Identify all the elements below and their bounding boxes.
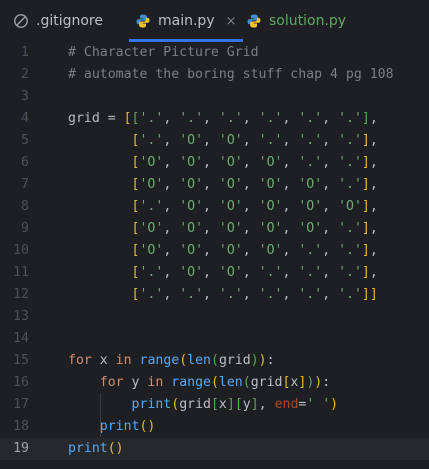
line-number[interactable]: 15 [0,350,29,372]
line-number[interactable]: 19 [0,438,29,460]
line-number[interactable]: 1 [0,42,29,64]
code-text[interactable]: print(grid[x][y], end=' ') [68,394,339,416]
code-text[interactable]: ['.', 'O', 'O', 'O', 'O', 'O'], [68,196,378,218]
line-number[interactable]: 3 [0,86,29,108]
code-text[interactable]: ['O', 'O', 'O', 'O', '.', '.'], [68,240,378,262]
code-text[interactable]: for y in range(len(grid[x])): [68,372,330,394]
code-line[interactable]: 19 print() [0,438,429,460]
gitignore-icon [13,13,29,29]
python-icon [135,13,151,29]
code-text[interactable]: ['O', 'O', 'O', 'O', '.', '.'], [68,152,378,174]
code-line[interactable]: 17 print(grid[x][y], end=' ') [0,394,429,416]
line-number[interactable]: 9 [0,218,29,240]
tab-label: main.py [158,13,215,29]
line-number[interactable]: 18 [0,416,29,438]
line-number[interactable]: 5 [0,130,29,152]
line-number[interactable]: 10 [0,240,29,262]
line-number[interactable]: 7 [0,174,29,196]
code-line[interactable]: 9 ['O', 'O', 'O', 'O', 'O', '.'], [0,218,429,240]
code-text[interactable]: ['.', 'O', 'O', '.', '.', '.'], [68,130,378,152]
tab-solution-py[interactable]: solution.py [246,0,346,42]
code-line[interactable]: 4 grid = [['.', '.', '.', '.', '.', '.'], [0,108,429,130]
tab-label: solution.py [269,13,347,29]
line-number[interactable]: 12 [0,284,29,306]
code-line[interactable]: 11 ['.', 'O', 'O', '.', '.', '.'], [0,262,429,284]
code-text[interactable]: print() [68,416,156,438]
code-line[interactable]: 13 [0,306,429,328]
code-editor[interactable]: 1 # Character Picture Grid 2 # automate the… [0,42,429,469]
code-line[interactable]: 8 ['.', 'O', 'O', 'O', 'O', 'O'], [0,196,429,218]
code-text[interactable]: ['O', 'O', 'O', 'O', 'O', '.'], [68,218,378,240]
tab-gitignore[interactable]: .gitignore [13,0,103,42]
line-number[interactable]: 11 [0,262,29,284]
line-number[interactable]: 2 [0,64,29,86]
code-text[interactable]: for x in range(len(grid)): [68,350,275,372]
line-number[interactable]: 14 [0,328,29,350]
code-line[interactable]: 18 print() [0,416,429,438]
code-line[interactable]: 3 [0,86,429,108]
code-line[interactable]: 16 for y in range(len(grid[x])): [0,372,429,394]
code-line[interactable]: 15 for x in range(len(grid)): [0,350,429,372]
line-number[interactable]: 8 [0,196,29,218]
editor-tab-bar: .gitignore main.py × solution.py [0,0,429,43]
line-number[interactable]: 6 [0,152,29,174]
code-line[interactable]: 2 # automate the boring stuff chap 4 pg 1… [0,64,429,86]
code-text[interactable]: # Character Picture Grid [68,42,259,64]
code-line[interactable]: 10 ['O', 'O', 'O', 'O', '.', '.'], [0,240,429,262]
code-line[interactable]: 1 # Character Picture Grid [0,42,429,64]
code-text[interactable]: # automate the boring stuff chap 4 pg 10… [68,64,394,86]
code-text[interactable]: grid = [['.', '.', '.', '.', '.', '.'], [68,108,378,130]
close-icon[interactable]: × [226,14,237,29]
line-number[interactable]: 4 [0,108,29,130]
code-text[interactable]: ['.', '.', '.', '.', '.', '.']] [68,284,378,306]
code-line[interactable]: 6 ['O', 'O', 'O', 'O', '.', '.'], [0,152,429,174]
line-number[interactable]: 13 [0,306,29,328]
line-number[interactable]: 17 [0,394,29,416]
code-line[interactable]: 14 [0,328,429,350]
tab-label: .gitignore [36,13,103,29]
code-line[interactable]: 5 ['.', 'O', 'O', '.', '.', '.'], [0,130,429,152]
line-number[interactable]: 16 [0,372,29,394]
code-line[interactable]: 12 ['.', '.', '.', '.', '.', '.']] [0,284,429,306]
tab-main-py[interactable]: main.py × [129,0,243,42]
code-text[interactable]: ['O', 'O', 'O', 'O', 'O', '.'], [68,174,378,196]
code-text[interactable]: ['.', 'O', 'O', '.', '.', '.'], [68,262,378,284]
code-line[interactable]: 7 ['O', 'O', 'O', 'O', 'O', '.'], [0,174,429,196]
python-icon [246,13,262,29]
code-text[interactable]: print() [68,438,124,460]
